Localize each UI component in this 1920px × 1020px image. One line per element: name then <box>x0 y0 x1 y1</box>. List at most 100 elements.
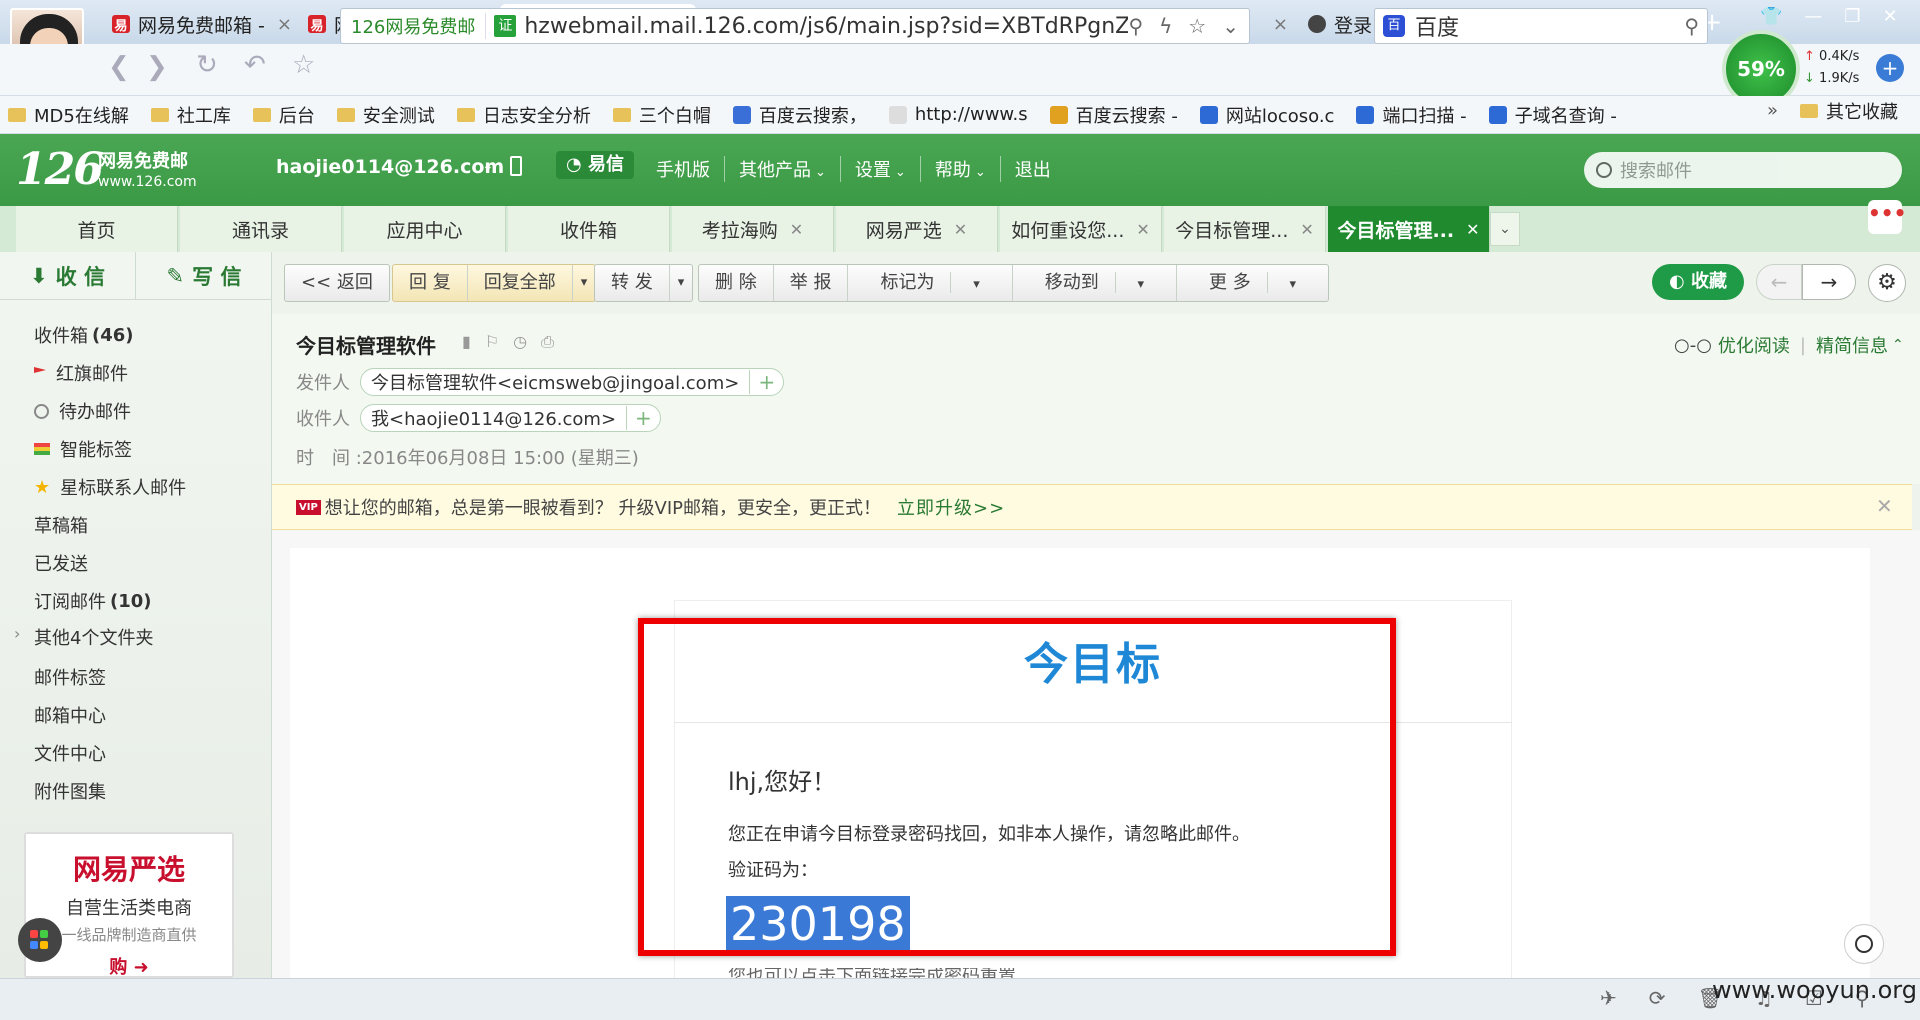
bookmark-item[interactable]: 安全测试 <box>336 102 435 128</box>
move-to-button[interactable]: 移动到 ▾ <box>1013 265 1177 301</box>
top-menu-item[interactable]: 帮助 ⌄ <box>919 156 1000 182</box>
bookmark-item[interactable]: 端口扫描 - <box>1356 102 1467 128</box>
expand-chevron-icon[interactable]: › <box>14 624 20 643</box>
delete-button[interactable]: 删 除 <box>699 265 774 301</box>
phone-icon[interactable] <box>510 156 522 176</box>
dropdown-chevron-icon[interactable]: ⌄ <box>1222 14 1239 38</box>
more-dots-icon[interactable]: ••• <box>1868 200 1906 234</box>
sidebar-folder-item[interactable]: 收件箱 (46) <box>34 322 134 348</box>
ad-cta[interactable]: 购 ➜ <box>26 953 232 979</box>
close-tab-icon[interactable]: × <box>277 14 292 35</box>
top-menu-item[interactable]: 退出 <box>999 156 1065 182</box>
logo-126[interactable]: 126 <box>16 144 104 195</box>
tab-more-chevron-icon[interactable]: ⌄ <box>1490 212 1520 246</box>
reply-button[interactable]: 回 复 <box>393 265 468 301</box>
top-menu-item[interactable]: 其他产品 ⌄ <box>724 156 840 182</box>
reply-all-button[interactable]: 回复全部 <box>468 265 573 301</box>
close-window-icon[interactable]: ✕ <box>1883 6 1898 27</box>
mail-search-input[interactable]: 搜索邮件 <box>1584 152 1902 188</box>
sidebar-folder-item[interactable]: 其他4个文件夹 <box>34 624 153 650</box>
bookmark-item[interactable]: 百度云搜索， <box>732 102 867 128</box>
minimize-icon[interactable]: — <box>1804 6 1822 27</box>
speedup-icon[interactable]: ⟳ <box>1649 986 1666 1010</box>
sender-pill[interactable]: 今目标管理软件<eicmsweb@jingoal.com> + <box>360 368 785 396</box>
certificate-icon[interactable]: 证 <box>494 15 517 37</box>
apps-grid-icon[interactable] <box>18 918 62 962</box>
mail-tab[interactable]: 网易严选 ✕ <box>836 206 998 252</box>
vip-upgrade-link[interactable]: 立即升级>> <box>897 494 1005 520</box>
recipient-pill[interactable]: 我<haojie0114@126.com> + <box>360 404 661 432</box>
add-contact-icon[interactable]: + <box>749 370 783 394</box>
chevron-down-icon[interactable]: ⌄ <box>482 158 494 174</box>
mail-tab[interactable]: 如何重设您... ✕ <box>1000 206 1162 252</box>
more-button[interactable]: 更 多 ▾ <box>1177 265 1328 301</box>
bookmark-icon[interactable]: ▮ <box>462 332 471 352</box>
sidebar-folder-item[interactable]: 邮件标签 <box>34 664 106 690</box>
previous-mail-arrow-icon[interactable]: ← <box>1756 264 1802 300</box>
bookmark-item[interactable]: 三个白帽 <box>612 102 711 128</box>
receive-mail-button[interactable]: ⬇ 收 信 <box>0 252 136 300</box>
bookmark-item[interactable]: 社工库 <box>150 102 231 128</box>
chevron-up-icon[interactable]: ⌃ <box>1892 337 1904 353</box>
next-mail-arrow-icon[interactable]: → <box>1802 264 1856 300</box>
bookmark-item[interactable]: 百度云搜索 - <box>1049 102 1178 128</box>
sidebar-folder-item[interactable]: 草稿箱 <box>34 512 88 538</box>
top-menu-item[interactable]: 设置 ⌄ <box>839 156 920 182</box>
search-icon[interactable]: ⚲ <box>1684 14 1699 38</box>
sidebar-folder-item[interactable]: 附件图集 <box>34 778 106 804</box>
undo-icon[interactable]: ↶ <box>244 50 266 80</box>
gear-icon[interactable]: ⚙ <box>1868 264 1906 302</box>
bookmarks-more-icon[interactable]: » <box>1767 100 1778 121</box>
add-widget-icon[interactable]: + <box>1876 54 1904 82</box>
sidebar-folder-item[interactable]: 文件中心 <box>34 740 106 766</box>
forward-icon[interactable]: ❯ <box>146 52 168 82</box>
refresh-icon[interactable]: ↻ <box>196 50 218 80</box>
bookmark-star-icon[interactable]: ☆ <box>1188 14 1206 38</box>
close-tab-icon[interactable]: × <box>1273 14 1288 35</box>
bookmark-item[interactable]: 后台 <box>252 102 315 128</box>
recipient-address[interactable]: 我<haojie0114@126.com> <box>361 405 626 431</box>
browser-search-box[interactable]: 百 百度 ⚲ <box>1374 8 1708 44</box>
maximize-icon[interactable]: ❐ <box>1844 6 1860 27</box>
bookmark-other-folder[interactable]: 其它收藏 <box>1800 98 1898 124</box>
zoom-icon[interactable]: ⚲ <box>1128 14 1143 38</box>
browser-tab[interactable]: 易网易免费邮箱 - × <box>104 4 300 44</box>
mail-tab[interactable]: 今目标管理... ✕ <box>1164 206 1326 252</box>
mark-as-button[interactable]: 标记为 ▾ <box>848 265 1013 301</box>
forward-options-chevron-icon[interactable]: ▾ <box>670 265 693 301</box>
user-email[interactable]: haojie0114@126.com <box>276 156 504 178</box>
collect-button[interactable]: ◐ 收藏 <box>1652 264 1744 300</box>
back-icon[interactable]: ❮ <box>108 52 130 82</box>
favorite-star-icon[interactable]: ☆ <box>292 50 315 80</box>
yixin-button[interactable]: ◔ 易信 <box>556 151 634 179</box>
yanxuan-ad[interactable]: 网易严选 自营生活类电商 一线品牌制造商直供 购 ➜ <box>24 832 234 978</box>
sidebar-folder-item[interactable]: 待办邮件 <box>34 398 131 424</box>
close-tab-icon[interactable]: ✕ <box>1136 220 1149 239</box>
bookmark-item[interactable]: http://www.s <box>888 104 1028 125</box>
close-tab-icon[interactable]: ✕ <box>1466 220 1479 239</box>
clock-icon[interactable]: ◷ <box>513 332 527 352</box>
bookmark-item[interactable]: MD5在线解 <box>8 102 129 128</box>
mail-tab[interactable]: 收件箱 <box>508 206 670 252</box>
brief-info-link[interactable]: 精简信息 <box>1816 332 1888 358</box>
add-contact-icon[interactable]: + <box>626 406 660 430</box>
address-bar[interactable]: 126网易免费邮 证 hzwebmail.mail.126.com/js6/ma… <box>340 8 1250 44</box>
mail-tab[interactable]: 应用中心 <box>344 206 506 252</box>
sidebar-folder-item[interactable]: 邮箱中心 <box>34 702 106 728</box>
compose-mail-button[interactable]: ✎ 写 信 <box>136 252 272 300</box>
mail-tab[interactable]: 通讯录 <box>180 206 342 252</box>
close-icon[interactable]: ✕ <box>1876 494 1893 518</box>
bookmark-item[interactable]: 日志安全分析 <box>456 102 591 128</box>
sender-address[interactable]: 今目标管理软件<eicmsweb@jingoal.com> <box>361 369 749 395</box>
sidebar-folder-item[interactable]: 订阅邮件 (10) <box>34 588 152 614</box>
optimize-read-link[interactable]: 优化阅读 <box>1718 332 1790 358</box>
close-tab-icon[interactable]: ✕ <box>790 220 803 239</box>
url-text[interactable]: hzwebmail.mail.126.com/js6/main.jsp?sid=… <box>524 14 1128 39</box>
lightning-icon[interactable]: ϟ <box>1159 14 1172 38</box>
mail-tab[interactable]: 今目标管理... ✕ <box>1328 206 1490 252</box>
bookmark-item[interactable]: 子域名查询 - <box>1488 102 1617 128</box>
sidebar-folder-item[interactable]: 红旗邮件 <box>34 360 128 386</box>
bookmark-item[interactable]: 网站locoso.c <box>1199 102 1334 128</box>
back-button[interactable]: << 返回 <box>285 265 389 301</box>
close-tab-icon[interactable]: ✕ <box>1300 220 1313 239</box>
